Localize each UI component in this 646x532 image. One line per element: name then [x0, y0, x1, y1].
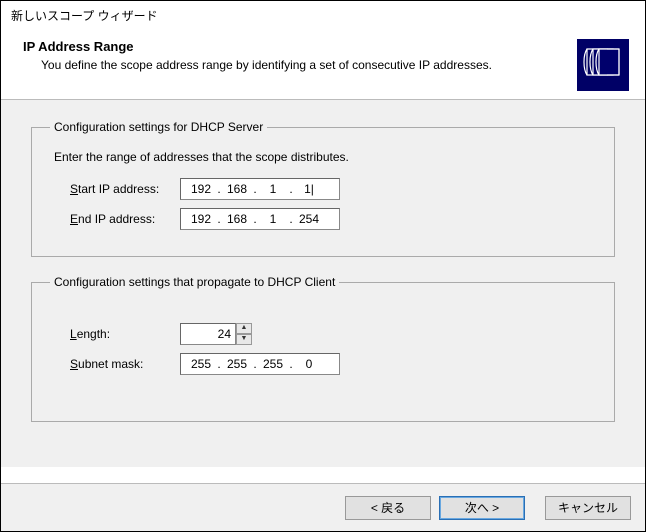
group-dhcp-client-legend: Configuration settings that propagate to… — [50, 275, 339, 289]
length-spinner[interactable]: ▲ ▼ — [236, 323, 252, 345]
group-dhcp-server: Configuration settings for DHCP Server E… — [31, 120, 615, 257]
next-button[interactable]: 次へ > — [439, 496, 525, 520]
window-title: 新しいスコープ ウィザード — [1, 1, 645, 29]
length-input[interactable]: 24 — [180, 323, 236, 345]
group-dhcp-client: Configuration settings that propagate to… — [31, 275, 615, 422]
spinner-down-icon[interactable]: ▼ — [236, 334, 252, 345]
start-ip-input[interactable]: 192. 168. 1. 1| — [180, 178, 340, 200]
cancel-button[interactable]: キャンセル — [545, 496, 631, 520]
subnet-mask-label: Subnet mask: — [70, 357, 180, 371]
end-ip-input[interactable]: 192. 168. 1. 254 — [180, 208, 340, 230]
page-subtitle: You define the scope address range by id… — [41, 58, 567, 74]
end-ip-label: End IP address: — [70, 212, 180, 226]
wizard-footer: < 戻る 次へ > キャンセル — [1, 483, 645, 531]
length-label: Length: — [70, 327, 180, 341]
instruction-text: Enter the range of addresses that the sc… — [54, 150, 596, 164]
back-button[interactable]: < 戻る — [345, 496, 431, 520]
wizard-body: Configuration settings for DHCP Server E… — [1, 99, 645, 467]
spinner-up-icon[interactable]: ▲ — [236, 323, 252, 334]
page-title: IP Address Range — [23, 39, 567, 54]
subnet-mask-input[interactable]: 255. 255. 255. 0 — [180, 353, 340, 375]
group-dhcp-server-legend: Configuration settings for DHCP Server — [50, 120, 267, 134]
start-ip-label: Start IP address: — [70, 182, 180, 196]
wizard-header: IP Address Range You define the scope ad… — [1, 29, 645, 99]
wizard-header-icon — [577, 39, 629, 91]
